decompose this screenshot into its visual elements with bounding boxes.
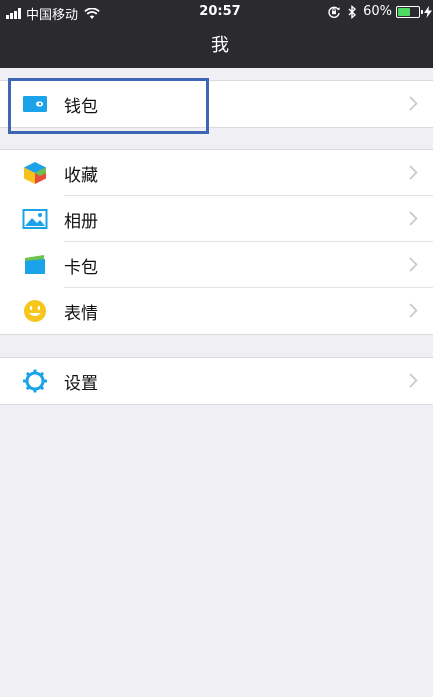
status-bar: 中国移动 20:57 60% [0,0,440,24]
content-group: 收藏 相册 卡包 表情 [0,149,440,335]
menu-label-cards: 卡包 [64,257,98,278]
charging-icon [424,5,432,18]
album-icon [22,209,48,229]
favorites-cube-icon [24,162,46,184]
chevron-right-icon [409,303,418,318]
chevron-right-icon [409,373,418,388]
menu-item-settings[interactable]: 设置 [0,358,440,404]
menu-item-favorites[interactable]: 收藏 [0,150,440,196]
menu-label-stickers: 表情 [64,303,98,324]
page-title: 我 [211,35,229,56]
battery-icon [396,5,423,18]
battery-cap [421,9,423,14]
right-edge-strip [433,0,440,697]
menu-label-favorites: 收藏 [64,165,98,186]
menu-label-album: 相册 [64,211,98,232]
chevron-right-icon [409,211,418,226]
menu-label-settings: 设置 [64,373,98,394]
bluetooth-icon [348,4,357,19]
menu-item-cards[interactable]: 卡包 [0,242,440,288]
settings-group: 设置 [0,357,440,405]
menu-item-album[interactable]: 相册 [0,196,440,242]
chevron-right-icon [409,96,418,111]
status-right: 60% [327,4,432,19]
menu-item-stickers[interactable]: 表情 [0,288,440,334]
chevron-right-icon [409,257,418,272]
emoji-icon [24,300,46,322]
battery-percent: 60% [363,4,392,19]
card-holder-icon [25,255,45,274]
chevron-right-icon [409,165,418,180]
wallet-highlight-box [8,78,209,134]
settings-gear-icon [23,369,47,393]
nav-bar: 我 [0,24,440,68]
battery-level-fill [398,7,410,16]
rotation-lock-icon [328,6,340,18]
